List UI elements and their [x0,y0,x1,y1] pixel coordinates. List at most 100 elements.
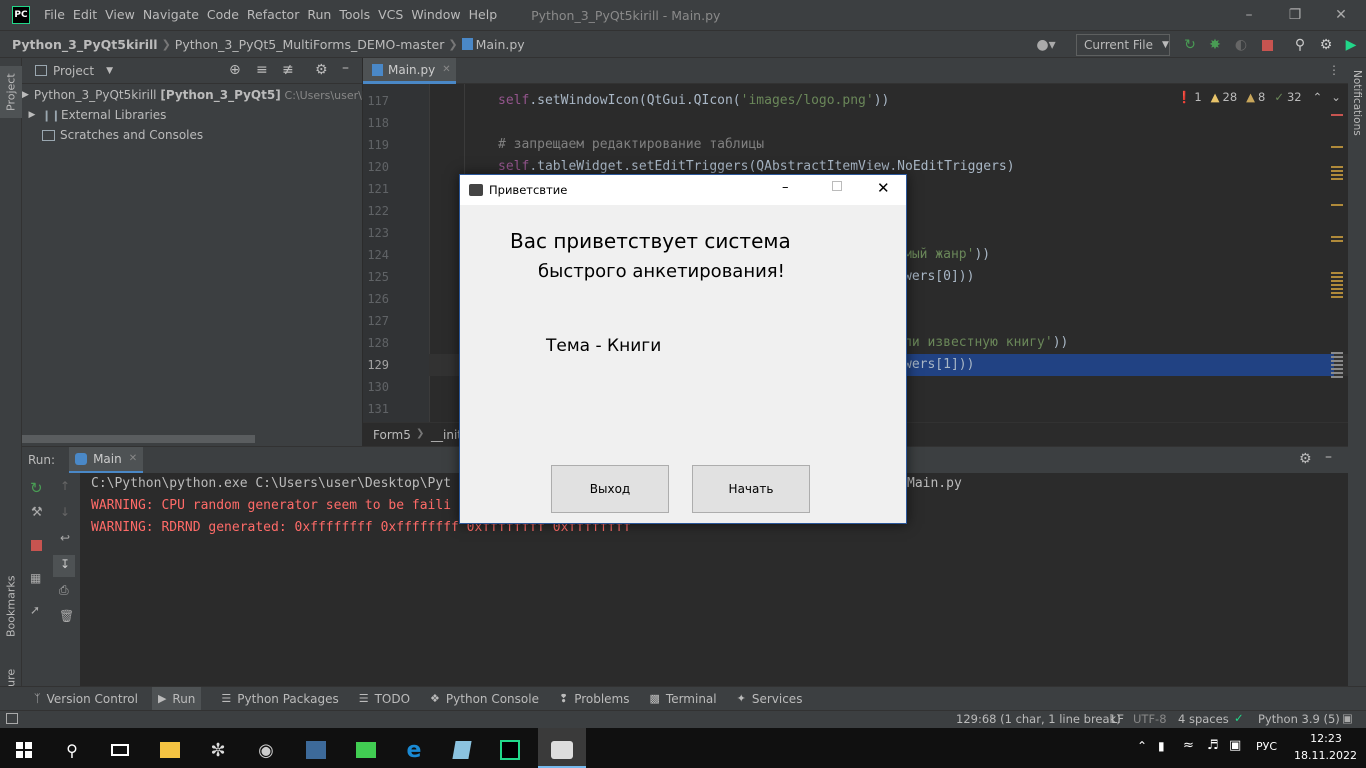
menu-refactor[interactable]: Refactor [243,0,303,30]
warning-stripe-mark[interactable] [1331,236,1343,244]
close-tab-icon[interactable]: ✕ [442,64,450,75]
trash-icon[interactable]: 🗑 [59,609,74,623]
menu-tools[interactable]: Tools [335,0,374,30]
minimize-icon[interactable]: – [1226,0,1272,30]
hide-panel-icon[interactable]: – [1325,449,1332,465]
exit-button[interactable]: Выход [551,465,669,513]
selection-stripe-mark[interactable] [1331,352,1343,378]
breadcrumb-method[interactable]: __init [431,428,462,442]
project-panel-title[interactable]: Project [53,64,94,78]
user-icon[interactable]: ●▾ [1032,35,1060,55]
chevron-right-icon[interactable]: ▶ [22,90,29,100]
close-icon[interactable]: ✕ [877,179,890,197]
start-button[interactable]: Начать [692,465,810,513]
steam-icon[interactable]: ◉ [244,732,288,768]
file-explorer-icon[interactable] [148,732,192,768]
code-with-me-icon[interactable]: ▶ [1341,35,1361,55]
minimize-icon[interactable]: – [782,180,789,195]
input-language[interactable]: РУС [1256,740,1277,753]
warning-stripe-mark[interactable] [1331,146,1343,148]
next-highlight-icon[interactable]: ⌄ [1331,90,1341,104]
notifications-tool-tab[interactable]: Notifications [1348,70,1366,150]
task-view-icon[interactable] [98,732,142,768]
search-icon[interactable]: ⚲ [1290,35,1310,55]
prev-highlight-icon[interactable]: ⌃ [1313,90,1323,104]
restore-icon[interactable]: ❐ [1272,0,1318,30]
project-tool-tab[interactable]: Project [0,66,22,118]
caret-position[interactable]: 129:68 (1 char, 1 line break) [956,712,1121,726]
menu-view[interactable]: View [101,0,139,30]
layout-icon[interactable]: ▦ [30,571,41,585]
warning-stripe-mark[interactable] [1331,272,1343,298]
menu-vcs[interactable]: VCS [374,0,407,30]
wrench-icon[interactable]: ⚒ [31,505,43,520]
run-tab-main[interactable]: Main ✕ [69,446,144,474]
toggle-tool-windows-icon[interactable] [6,713,18,724]
menu-file[interactable]: File [40,0,69,30]
tab-run[interactable]: ▶ Run [151,687,202,710]
tree-item-project-root[interactable]: ▶ Python_3_PyQt5kirill [Python_3_PyQt5] … [22,85,370,105]
qt-creator-icon[interactable] [344,732,388,768]
wifi-icon[interactable]: ≈ [1183,738,1194,753]
warning-stripe-mark[interactable] [1331,166,1343,182]
lock-icon[interactable]: ▣ [1342,711,1353,725]
debug-icon[interactable]: ✸ [1205,35,1225,55]
pycharm-icon[interactable] [488,732,532,768]
stop-icon[interactable] [1257,35,1277,55]
chevron-down-icon[interactable]: ▼ [106,66,113,76]
gear-icon[interactable]: ⚙ [315,62,328,78]
windows-start-icon[interactable] [2,732,46,768]
gear-icon[interactable]: ⚙ [1299,451,1312,467]
chevron-right-icon[interactable]: ▶ [22,110,42,120]
tab-todo[interactable]: ☰ TODO [359,692,410,706]
edge-icon[interactable]: e [392,732,436,768]
python-interpreter[interactable]: Python 3.9 (5) [1258,712,1340,726]
maximize-icon[interactable] [832,181,842,191]
battery-icon[interactable]: ▮ [1158,739,1165,753]
menu-navigate[interactable]: Navigate [139,0,203,30]
indent-setting[interactable]: 4 spaces [1178,712,1229,726]
tree-item-scratches[interactable]: Scratches and Consoles [22,125,362,145]
bookmarks-tool-tab[interactable]: Bookmarks [0,574,22,638]
close-tab-icon[interactable]: ✕ [129,453,137,464]
sql-icon[interactable] [294,732,338,768]
warning-stripe-mark[interactable] [1331,204,1343,206]
app-icon[interactable]: ✼ [196,732,240,768]
notes-icon[interactable] [440,732,484,768]
expand-all-icon[interactable]: ≡ [256,62,268,78]
print-icon[interactable]: ⎙ [59,583,69,598]
tab-version-control[interactable]: ᛉ Version Control [34,692,138,706]
clock-time[interactable]: 12:23 [1306,732,1346,745]
menu-window[interactable]: Window [407,0,464,30]
horizontal-scrollbar[interactable] [22,435,255,443]
code-with-me-icon[interactable]: ✓ [1234,711,1244,725]
more-tabs-icon[interactable]: ⋮ [1328,63,1340,77]
tab-python-packages[interactable]: ☰ Python Packages [221,692,338,706]
tab-main-py[interactable]: Main.py ✕ [363,58,456,84]
breadcrumb-file[interactable]: Main.py [476,37,529,52]
scroll-down-icon[interactable]: ↓ [60,505,70,519]
scroll-up-icon[interactable]: ↑ [60,479,70,493]
collapse-all-icon[interactable]: ≢ [282,62,294,78]
pin-icon[interactable]: ➚ [30,603,40,617]
dialog-title-bar[interactable]: Приветсвтие – ✕ [460,175,906,205]
close-icon[interactable]: ✕ [1318,0,1364,30]
hide-panel-icon[interactable]: – [342,60,349,76]
menu-code[interactable]: Code [203,0,243,30]
inspections-widget[interactable]: ❗ 1 ▲ 28 ▲ 8 ✓ 32 ⌃ ⌄ [1177,90,1341,104]
breadcrumb-project[interactable]: Python_3_PyQt5kirill [8,37,162,52]
search-icon[interactable]: ⚲ [50,732,94,768]
menu-help[interactable]: Help [465,0,502,30]
coverage-icon[interactable]: ◐ [1231,35,1251,55]
menu-run[interactable]: Run [303,0,335,30]
breadcrumb-class[interactable]: Form5 [373,428,411,442]
stop-icon[interactable] [31,540,42,551]
error-stripe-mark[interactable] [1331,114,1343,116]
tree-item-external-libraries[interactable]: ▶ ❙❙ External Libraries [22,105,362,125]
locate-icon[interactable]: ⊕ [229,62,241,78]
settings-gear-icon[interactable]: ⚙ [1316,35,1336,55]
tab-terminal[interactable]: ▩ Terminal [650,692,717,706]
chevron-up-icon[interactable]: ⌃ [1137,739,1147,753]
menu-edit[interactable]: Edit [69,0,101,30]
breadcrumb-folder[interactable]: Python_3_PyQt5_MultiForms_DEMO-master [171,37,449,52]
